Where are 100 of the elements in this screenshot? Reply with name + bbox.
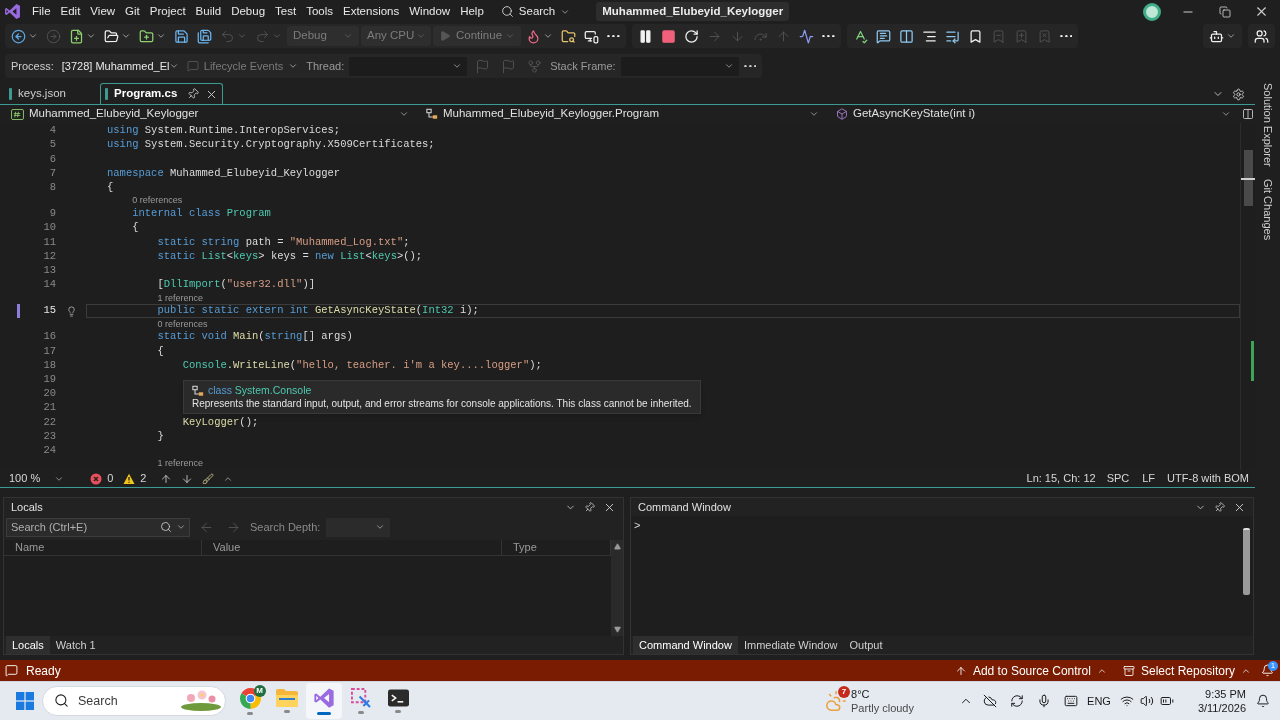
line-number: 16 [42, 329, 56, 345]
line-number: 22 [42, 414, 56, 430]
taskbar-app[interactable] [306, 683, 342, 719]
flame-icon [526, 28, 541, 44]
references-link[interactable]: 1 reference [157, 458, 203, 470]
lightbulb-icon[interactable] [65, 305, 77, 317]
type-dropdown[interactable]: Muhammed_Elubeyid_Keylogger.Program [420, 105, 825, 123]
split-icon[interactable] [1242, 108, 1254, 120]
document-tab[interactable]: Program.cs [100, 83, 224, 104]
warnings-button[interactable]: 2 [123, 470, 147, 487]
code-cleanup-icon[interactable] [202, 472, 215, 485]
menu-item[interactable]: Debug [226, 0, 271, 23]
caret-position-marker-icon [1241, 178, 1255, 180]
flag-icon [475, 58, 491, 74]
line-number: 6 [48, 151, 56, 167]
add-to-source-control-button[interactable]: Add to Source Control [954, 661, 1107, 680]
taskbar-app[interactable]: M [232, 683, 268, 719]
restore-icon[interactable] [1218, 5, 1231, 18]
clock-button[interactable]: 9:35 PM 3/11/2026 [1180, 687, 1250, 715]
wifi-icon[interactable] [1120, 694, 1134, 708]
battery-icon[interactable] [1160, 694, 1174, 708]
terminal-icon [387, 689, 409, 707]
line-number: 21 [42, 400, 56, 416]
sync-icon[interactable] [1009, 694, 1024, 708]
start-icon[interactable] [16, 692, 34, 710]
search-depth-label: Search Depth: [250, 519, 321, 535]
references-link[interactable]: 0 references [132, 195, 183, 207]
cloud-off-icon[interactable] [982, 694, 997, 708]
panel-tab[interactable]: Output [843, 636, 889, 654]
member-dropdown[interactable]: GetAsyncKeyState(int i) [830, 105, 1237, 123]
taskbar-search-field[interactable]: Search [42, 686, 226, 716]
menu-item[interactable]: Extensions [338, 0, 405, 23]
menu-item[interactable]: Tools [301, 0, 338, 23]
scrollbar-thumb[interactable] [1243, 150, 1253, 206]
file-encoding[interactable]: UTF-8 with BOM [1167, 470, 1249, 487]
notifications-icon[interactable] [1261, 664, 1274, 677]
devices-icon [584, 28, 599, 44]
menu-item[interactable]: View [85, 0, 121, 23]
document-tab[interactable]: keys.json [4, 83, 100, 104]
notification-icon[interactable] [1256, 694, 1270, 708]
cursor-position[interactable]: Ln: 15, Ch: 12 [1026, 470, 1096, 487]
references-link[interactable]: 1 reference [157, 292, 203, 304]
settings-icon[interactable] [1232, 87, 1245, 101]
project-dropdown[interactable]: Muhammed_Elubeyid_Keylogger [5, 105, 415, 123]
search-button[interactable]: Search [496, 1, 575, 22]
indentation-mode[interactable]: SPC [1106, 470, 1130, 487]
zoom-dropdown[interactable]: 100 % [5, 470, 69, 487]
menu-item[interactable]: File [27, 0, 56, 23]
message-icon [186, 60, 199, 72]
line-number: 4 [48, 123, 56, 139]
errors-button[interactable]: 0 [90, 470, 114, 487]
code-line: KeyLogger(); [182, 414, 259, 430]
previous-issue-icon[interactable] [160, 472, 173, 485]
caret-icon [505, 31, 515, 41]
scroll-up-icon[interactable] [613, 543, 621, 550]
keyboard-icon[interactable] [1063, 694, 1078, 708]
stack-frame-label: Stack Frame: [550, 58, 616, 74]
search-field[interactable]: Search (Ctrl+E) [6, 517, 190, 537]
side-tab[interactable]: Solution Explorer [1259, 83, 1276, 167]
menu-item[interactable]: Project [144, 0, 191, 23]
caret-icon [723, 61, 734, 71]
more-icon[interactable] [743, 64, 757, 68]
code-line: public static extern int GetAsyncKeyState(Int32 i); [157, 303, 479, 319]
menu-item[interactable]: Build [190, 0, 227, 23]
panel-tab[interactable]: Command Window [633, 636, 738, 654]
menu-item[interactable]: Help [455, 0, 489, 23]
menu-item[interactable]: Test [270, 0, 302, 23]
command-prompt: > [634, 519, 641, 531]
language-indicator[interactable]: ENG [1084, 692, 1114, 710]
process-dropdown[interactable]: [3728] Muhammed_El [58, 56, 179, 76]
menu-item[interactable]: Window [404, 0, 456, 23]
panel-tab[interactable]: Locals [6, 636, 50, 654]
references-link[interactable]: 0 references [157, 318, 208, 330]
menu-item[interactable]: Edit [55, 0, 86, 23]
code-line: using System.Runtime.InteropServices; [107, 123, 341, 139]
bookmark-plus-icon [1013, 28, 1029, 44]
avatar-icon[interactable] [1143, 2, 1161, 21]
cube-icon [836, 108, 848, 120]
menu-item[interactable]: Git [120, 0, 145, 23]
line-ending[interactable]: LF [1142, 470, 1156, 487]
undo-icon [220, 28, 235, 44]
microphone-icon[interactable] [1036, 694, 1051, 708]
select-repository-button[interactable]: Select Repository [1122, 661, 1251, 680]
next-issue-icon[interactable] [181, 472, 194, 485]
panel-tab[interactable]: Immediate Window [737, 636, 844, 654]
volume-icon[interactable] [1140, 694, 1154, 708]
search-icon [500, 5, 514, 18]
scrollbar-thumb[interactable] [1242, 528, 1250, 595]
alert-badge: 7 [838, 686, 850, 698]
weather-icon [825, 690, 847, 712]
back-icon [11, 28, 26, 44]
panel-tab[interactable]: Watch 1 [49, 636, 102, 654]
close-icon[interactable] [1254, 4, 1269, 19]
code-line: Console.WriteLine("hello, teacher. i'm a key....logger"); [182, 357, 542, 373]
people-icon [1254, 28, 1269, 44]
weather-widget[interactable]: 7 8°C Partly cloudy [823, 684, 916, 718]
side-tab[interactable]: Git Changes [1259, 178, 1276, 240]
scroll-down-icon[interactable] [613, 626, 621, 633]
folder-open-icon [104, 28, 119, 44]
forward-icon [46, 28, 61, 44]
